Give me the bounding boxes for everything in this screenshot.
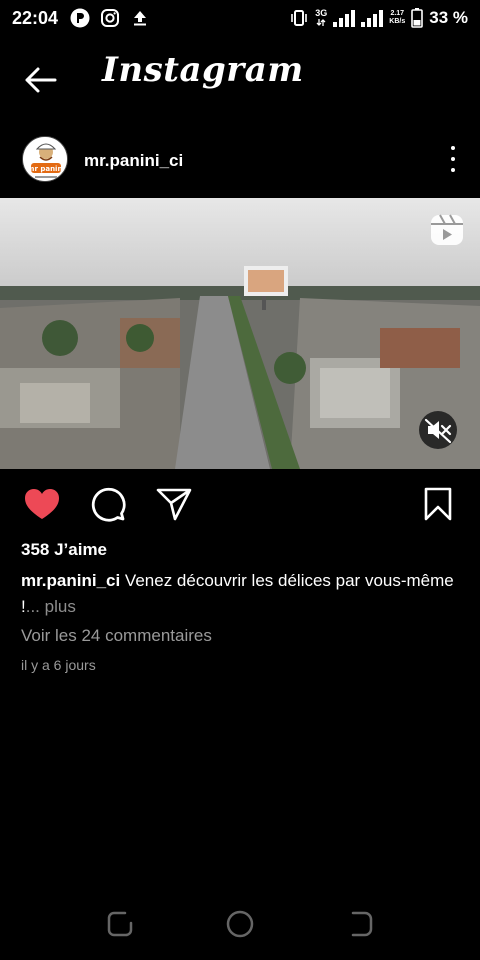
signal-icon [333, 9, 356, 27]
post-video[interactable] [0, 198, 480, 469]
post-username[interactable]: mr.panini_ci [84, 151, 183, 171]
back-button[interactable] [20, 62, 60, 98]
more-dot [451, 157, 455, 161]
view-comments-link[interactable]: Voir les 24 commentaires [21, 626, 212, 646]
system-nav-bar [0, 906, 480, 942]
post-caption: mr.panini_ci Venez découvrir les délices… [21, 568, 461, 620]
recent-apps-button[interactable] [102, 906, 138, 942]
avatar[interactable]: mr panini [22, 136, 68, 182]
upload-icon [130, 8, 150, 28]
reels-icon [430, 214, 464, 246]
post-timestamp: il y a 6 jours [21, 657, 96, 673]
muted-speaker-icon [419, 411, 457, 449]
status-bar: 22:04 3G 2.17 KB/s 33 % [0, 0, 480, 36]
avatar-logo-text: mr panini [27, 165, 65, 173]
more-options-button[interactable] [448, 144, 458, 174]
back-nav-button[interactable] [342, 906, 378, 942]
more-options-icon [451, 146, 455, 150]
instagram-logo: Instagram [102, 50, 304, 90]
home-icon [226, 910, 254, 938]
battery-icon [411, 8, 424, 28]
network-type-indicator: 3G [315, 9, 327, 27]
send-icon [156, 488, 192, 521]
like-button[interactable] [22, 484, 62, 524]
heart-icon [25, 489, 59, 519]
app-notification-icon [70, 8, 90, 28]
signal-icon-2 [361, 9, 384, 27]
network-speed: 2.17 KB/s [389, 10, 405, 26]
more-dot [451, 168, 455, 172]
mr-panini-logo-icon: mr panini [23, 137, 67, 181]
battery-percent: 33 % [429, 8, 468, 27]
network-speed-unit: KB/s [389, 18, 406, 25]
mute-button[interactable] [418, 410, 458, 455]
instagram-notification-icon [100, 8, 120, 28]
recent-apps-icon [107, 911, 133, 937]
save-button[interactable] [418, 484, 458, 524]
bookmark-icon [424, 487, 452, 521]
post-header: mr panini mr.panini_ci [0, 134, 480, 186]
likes-count[interactable]: 358 J’aime [21, 540, 107, 560]
network-type-label: 3G [315, 8, 328, 18]
app-header: Instagram [0, 40, 480, 116]
network-speed-value: 2.17 [390, 10, 405, 17]
caption-username[interactable]: mr.panini_ci [21, 571, 120, 590]
share-button[interactable] [154, 484, 194, 524]
aerial-city-video-frame [0, 198, 480, 469]
back-arrow-icon [25, 67, 57, 93]
post-actions [0, 484, 480, 524]
comment-button[interactable] [88, 484, 128, 524]
home-button[interactable] [222, 906, 258, 942]
status-time: 22:04 [12, 7, 59, 28]
vibrate-icon [289, 8, 309, 28]
back-nav-icon [351, 911, 373, 937]
caption-more-link[interactable]: ... plus [26, 597, 76, 616]
comment-icon [91, 487, 126, 522]
